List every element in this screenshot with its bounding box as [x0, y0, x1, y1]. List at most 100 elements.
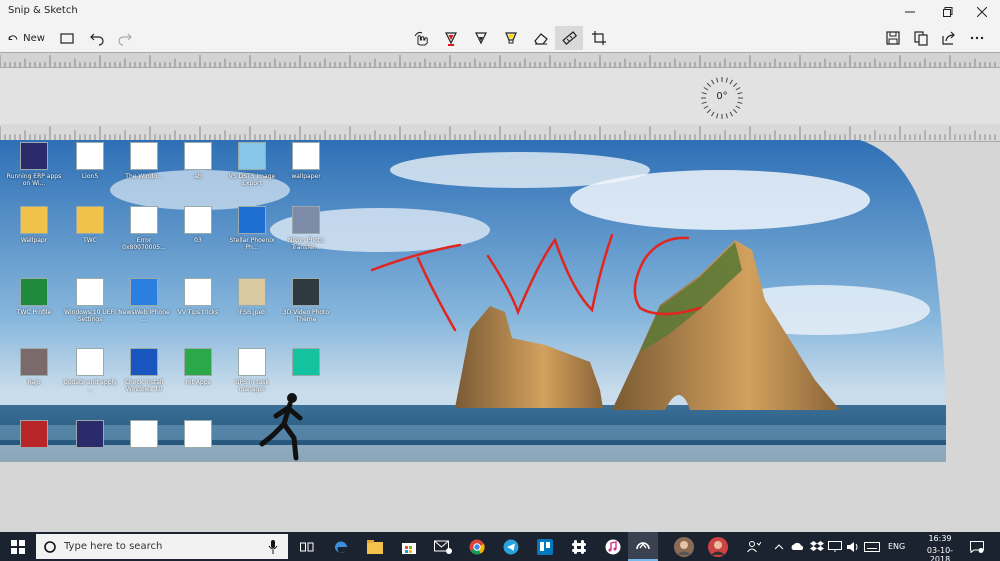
input-language[interactable]: ENG [888, 542, 905, 551]
desktop-icon[interactable]: 3D Video Photo Theme [278, 278, 334, 342]
tray-display[interactable] [826, 532, 844, 561]
file-icon [292, 142, 320, 170]
desktop-icon-label: Error 0x80070005... [122, 237, 166, 251]
crop-button[interactable] [586, 26, 612, 50]
close-button[interactable] [964, 0, 1000, 24]
taskbar-store[interactable] [394, 532, 424, 561]
desktop-icon[interactable]: Lion5 [62, 142, 118, 206]
desktop-icon[interactable]: VS DSTS Image Export [224, 142, 280, 206]
people-icon [747, 540, 761, 552]
tray-onedrive[interactable] [788, 532, 806, 561]
highlighter-icon [505, 32, 517, 44]
tray-keyboard[interactable] [862, 532, 882, 561]
desktop-icon[interactable]: Update and apply ... [62, 348, 118, 412]
show-hidden-icons-button[interactable] [772, 532, 786, 561]
file-icon [76, 278, 104, 306]
more-button[interactable] [966, 26, 988, 50]
avatar-icon [674, 536, 694, 557]
desktop-icon[interactable]: Error 0x80070005... [116, 206, 172, 270]
people-button[interactable] [744, 532, 764, 561]
desktop-icon[interactable]: VV Tips tricks [170, 278, 226, 342]
taskbar-edge[interactable] [326, 532, 356, 561]
desktop-icon[interactable]: 03 [170, 206, 226, 270]
desktop-icon[interactable] [6, 420, 62, 462]
dial-tick [706, 108, 712, 114]
desktop-icon[interactable] [170, 420, 226, 462]
desktop-icon[interactable] [278, 348, 334, 412]
desktop-icon[interactable]: Hit Apps [170, 348, 226, 412]
desktop-icon-label: The Windo... [125, 173, 163, 180]
taskbar-people-2[interactable] [704, 532, 732, 561]
desktop-icon[interactable]: TWC Profile [6, 278, 62, 342]
desktop-icon[interactable]: TWC [62, 206, 118, 270]
dropbox-icon [810, 540, 824, 551]
desktop-icon[interactable]: Nikon Photo Transfer... [278, 206, 334, 270]
desktop-icon[interactable]: Stellar Phoenix Ph... [224, 206, 280, 270]
desktop-icon[interactable]: Running ERP apps on Wi... [6, 142, 62, 206]
touch-writing-icon [414, 31, 428, 46]
highlighter-button[interactable] [498, 26, 524, 50]
maximize-button[interactable] [930, 0, 966, 24]
desktop-icon[interactable] [116, 420, 172, 462]
ruler-icon [562, 31, 577, 46]
desktop-icon[interactable]: Check Install Windows 10 [116, 348, 172, 412]
dial-tick [716, 77, 719, 83]
desktop-icon-label: Lion5 [81, 173, 99, 180]
folder-icon [60, 33, 74, 44]
dial-tick [729, 111, 733, 117]
edge-browser-icon [334, 540, 347, 553]
copy-button[interactable] [910, 26, 932, 50]
taskbar-mail[interactable] [428, 532, 458, 561]
desktop-icon[interactable]: NewsWeb iPhone ... [116, 278, 172, 342]
taskbar-search-box[interactable]: Type here to search [36, 534, 288, 559]
taskbar-slack[interactable] [564, 532, 594, 561]
undo-button[interactable] [86, 26, 108, 50]
tray-dropbox[interactable] [808, 532, 826, 561]
new-button[interactable]: New [6, 26, 46, 50]
save-button[interactable] [882, 26, 904, 50]
tray-volume[interactable] [844, 532, 862, 561]
desktop-icon[interactable]: UPS in task manager [224, 348, 280, 412]
ballpoint-pen-button[interactable] [438, 26, 464, 50]
action-center-button[interactable] [966, 532, 988, 561]
desktop-icon[interactable]: Windows 10 UEFI Settings [62, 278, 118, 342]
minimize-button[interactable] [892, 0, 928, 24]
file-icon [76, 142, 104, 170]
desktop-icon[interactable]: IFSB.jpeb [224, 278, 280, 342]
taskbar-itunes[interactable] [598, 532, 628, 561]
desktop-icon[interactable]: Rajo [6, 348, 62, 412]
desktop-icon[interactable] [62, 420, 118, 462]
ruler-tool[interactable] [0, 52, 1000, 68]
desktop-icon-label: IFSB.jpeb [238, 309, 266, 316]
file-icon [292, 278, 320, 306]
save-icon [886, 31, 900, 45]
desktop-icon-label: VS DSTS Image Export [228, 173, 276, 187]
task-view-button[interactable] [292, 532, 322, 561]
pencil-button[interactable] [468, 26, 494, 50]
start-button[interactable] [0, 532, 36, 561]
desktop-icon[interactable]: The Windo... [116, 142, 172, 206]
taskbar-trello[interactable] [530, 532, 560, 561]
taskbar-telegram[interactable] [496, 532, 526, 561]
open-file-button[interactable] [56, 26, 78, 50]
share-button[interactable] [938, 26, 960, 50]
desktop-icon[interactable]: wallpaper [278, 142, 334, 206]
ruler-button[interactable] [555, 26, 583, 50]
desktop-icon[interactable]: ab [170, 142, 226, 206]
snip-canvas[interactable]: Running ERP apps on Wi... Lion5 The Windo.… [0, 140, 950, 462]
taskbar-file-explorer[interactable] [360, 532, 390, 561]
taskbar-people-1[interactable] [670, 532, 698, 561]
desktop-icon[interactable]: Wallpapr [6, 206, 62, 270]
taskbar-snip-sketch[interactable] [628, 532, 658, 561]
copy-icon [914, 31, 928, 46]
file-icon [238, 278, 266, 306]
desktop-icon-label: Running ERP apps on Wi... [6, 173, 62, 187]
touch-writing-button[interactable] [408, 26, 434, 50]
close-icon [977, 7, 987, 17]
taskbar-chrome[interactable] [462, 532, 492, 561]
clock[interactable]: 16:39 03-10-2018 [918, 534, 962, 561]
ruler-ticks [0, 55, 996, 67]
monitor-icon [828, 540, 842, 552]
redo-button[interactable] [114, 26, 136, 50]
eraser-button[interactable] [528, 26, 554, 50]
